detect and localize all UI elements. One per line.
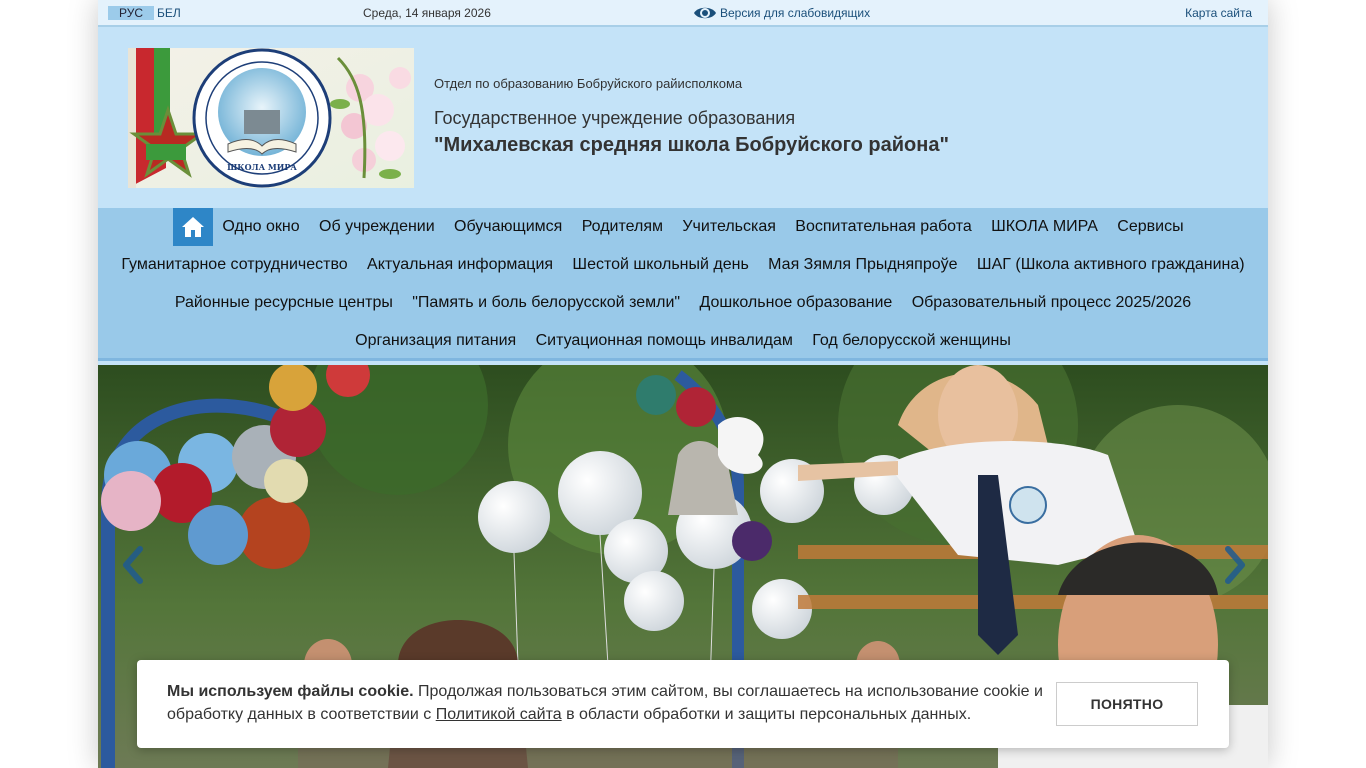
cookie-title: Мы используем файлы cookie. [167, 683, 414, 700]
nav-item[interactable]: Шестой школьный день [563, 256, 759, 274]
current-date: Среда, 14 января 2026 [363, 6, 491, 20]
institution-title: Государственное учреждение образования [434, 108, 796, 128]
department-title: Отдел по образованию Бобруйского райиспо… [434, 76, 743, 91]
nav-item[interactable]: Учительская [673, 218, 786, 236]
main-navigation: Одно окно Об учреждении Обучающимся Роди… [98, 208, 1268, 361]
nav-item[interactable]: Об учреждении [309, 218, 444, 236]
nav-item[interactable]: Мая Зямля Прыдняпроўе [758, 256, 967, 274]
cookie-message: Мы используем файлы cookie. Продолжая по… [167, 680, 1047, 726]
accessibility-version-link[interactable]: Версия для слабовидящих [693, 3, 870, 23]
lang-by-link[interactable]: БЕЛ [157, 6, 181, 20]
home-icon [181, 217, 204, 237]
nav-row-1: Одно окно Об учреждении Обучающимся Роди… [98, 208, 1268, 246]
school-name: "Михалевская средняя школа Бобруйского р… [434, 134, 949, 156]
sitemap-link[interactable]: Карта сайта [1185, 6, 1252, 20]
nav-item[interactable]: Дошкольное образование [690, 294, 902, 312]
cookie-accept-button[interactable]: ПОНЯТНО [1056, 682, 1198, 726]
chevron-left-icon[interactable] [120, 545, 144, 585]
nav-item[interactable]: Обучающимся [444, 218, 572, 236]
nav-item[interactable]: Организация питания [345, 332, 525, 350]
nav-row-4: Организация питания Ситуационная помощь … [98, 322, 1268, 360]
nav-item[interactable]: Год белорусской женщины [803, 332, 1021, 350]
nav-item[interactable]: Родителям [572, 218, 673, 236]
nav-item[interactable]: ШКОЛА МИРА [981, 218, 1107, 236]
nav-item[interactable]: ШАГ (Школа активного гражданина) [967, 256, 1254, 274]
nav-item[interactable]: Воспитательная работа [786, 218, 982, 236]
nav-item[interactable]: Ситуационная помощь инвалидам [526, 332, 803, 350]
eye-icon [694, 7, 716, 19]
nav-item[interactable]: Районные ресурсные центры [165, 294, 402, 312]
school-logo[interactable]: ШКОЛА МИРА [128, 48, 414, 188]
logo-caption: ШКОЛА МИРА [227, 162, 297, 172]
cookie-text-part2: в области обработки и защиты персональны… [561, 706, 972, 723]
nav-item[interactable]: Актуальная информация [357, 256, 562, 274]
home-button[interactable] [172, 208, 213, 246]
chevron-right-icon[interactable] [1224, 545, 1248, 585]
lang-ru-button[interactable]: РУС [108, 6, 154, 20]
nav-item[interactable]: Образовательный процесс 2025/2026 [902, 294, 1201, 312]
nav-row-2: Гуманитарное сотрудничество Актуальная и… [98, 246, 1268, 284]
nav-row-3: Районные ресурсные центры "Память и боль… [98, 284, 1268, 322]
top-bar: РУС БЕЛ Среда, 14 января 2026 Версия для… [98, 0, 1268, 27]
nav-item[interactable]: Сервисы [1108, 218, 1194, 236]
nav-item[interactable]: Гуманитарное сотрудничество [112, 256, 358, 274]
page-container: РУС БЕЛ Среда, 14 января 2026 Версия для… [98, 0, 1268, 768]
nav-item[interactable]: "Память и боль белорусской земли" [403, 294, 690, 312]
accessibility-version-label: Версия для слабовидящих [720, 6, 871, 20]
nav-item[interactable]: Одно окно [213, 218, 310, 236]
privacy-policy-link[interactable]: Политикой сайта [436, 706, 562, 723]
cookie-banner: Мы используем файлы cookie. Продолжая по… [137, 660, 1229, 748]
